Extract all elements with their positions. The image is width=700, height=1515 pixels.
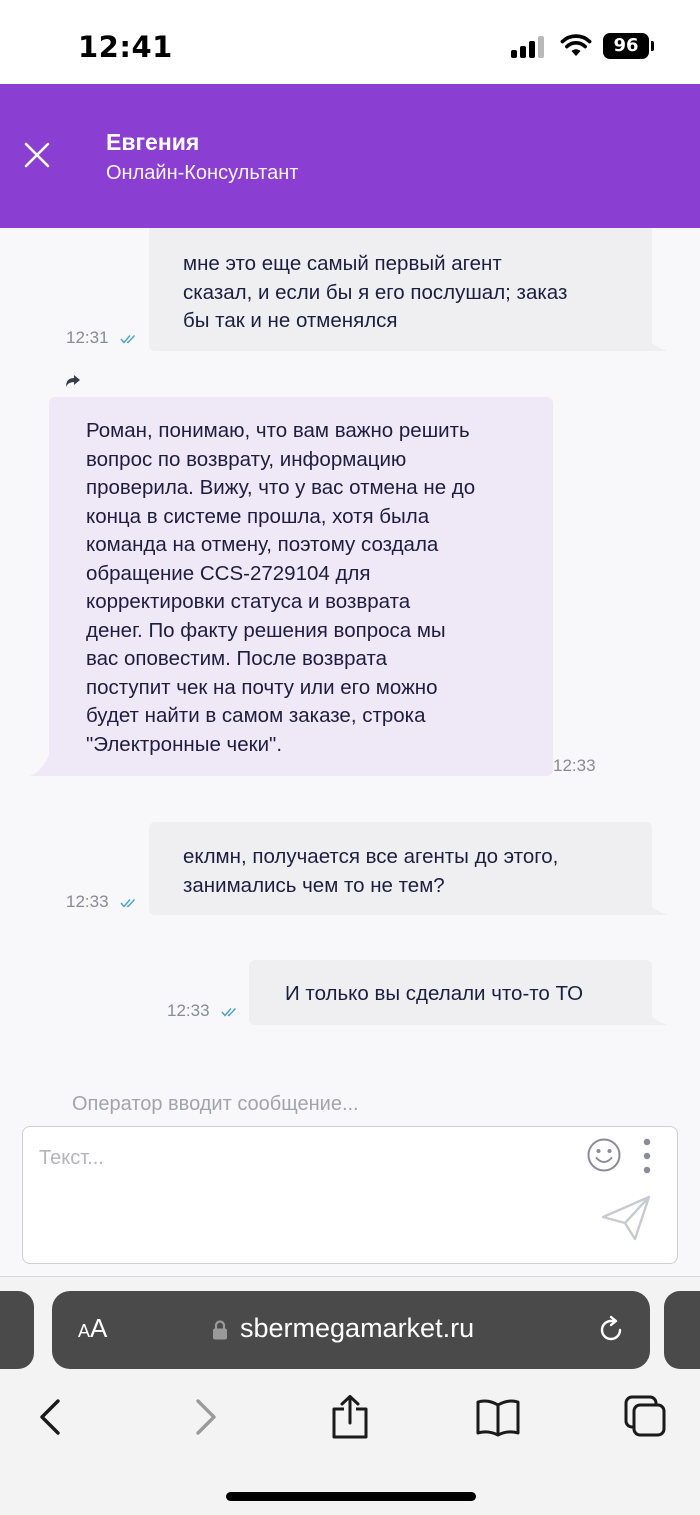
message-bubble-incoming: Роман, понимаю, что вам важно решить воп… [49,397,553,776]
message-time: 12:33 [167,1001,210,1020]
cellular-signal-icon [511,36,547,58]
message-line: корректировки статуса и возврата [86,590,411,613]
bubble-tail [640,891,668,915]
emoji-icon[interactable] [586,1137,622,1173]
more-vertical-icon[interactable] [639,1137,655,1175]
message-line: вопрос по возврату, информацию [86,447,407,471]
status-bar: 12:41 96 [0,0,700,84]
text-size-small-letter: A [78,1321,91,1341]
message-line: конца в системе прошла, хотя была [86,504,430,528]
message-line: денег. По факту решения вопроса мы [86,618,446,642]
send-icon[interactable] [599,1193,653,1243]
text-size-button[interactable]: AA [78,1313,107,1344]
read-ticks-icon [120,335,136,344]
status-time: 12:41 [78,30,173,64]
message-input-placeholder: Текст... [39,1147,104,1169]
bookmarks-icon[interactable] [476,1395,520,1439]
message-line: "Электронные чеки". [86,732,283,756]
bubble-tail [30,752,50,776]
message-line: обращение CCS-2729104 для [86,561,371,585]
message-time: 12:33 [66,892,109,911]
lock-icon [213,1320,227,1340]
message-line: проверила. Вижу, что у вас отмена не до [86,476,476,499]
message-line: команда на отмену, поэтому создала [86,533,439,556]
message-line: Роман, понимаю, что вам важно решить [86,419,470,442]
message-time: 12:31 [66,328,109,347]
back-icon[interactable] [30,1395,74,1439]
message-line: поступит чек на почту или его можно [86,675,438,699]
message-line: сказал, и если бы я его послушал; заказ [183,280,568,304]
agent-name: Евгения [106,129,200,155]
wifi-icon [560,34,592,56]
message-line: И только вы сделали что-то ТО [285,982,584,1005]
message-time: 12:33 [553,756,596,775]
chat-messages[interactable]: мне это еще самый первый агент сказал, и… [0,228,700,1276]
forward-icon [66,375,80,387]
message-line: бы так и не отменялся [183,309,398,332]
message-line: вас оповестим. После возврата [86,647,388,670]
forward-icon[interactable] [182,1395,226,1439]
next-tab-preview[interactable] [664,1291,700,1369]
home-indicator [226,1492,476,1501]
chat-header: Евгения Онлайн-Консультант [0,84,700,228]
reload-icon[interactable] [596,1315,626,1345]
battery-tip [651,41,654,51]
bubble-tail [640,327,668,351]
text-size-large-letter: A [90,1313,108,1343]
read-ticks-icon [221,1008,237,1017]
battery-icon: 96 [603,33,649,59]
agent-role: Онлайн-Консультант [106,162,299,184]
browser-toolbar: AA sbermegamarket.ru [0,1276,700,1515]
message-input[interactable]: Текст... [22,1126,678,1264]
close-icon[interactable] [18,136,56,174]
address-bar[interactable]: AA sbermegamarket.ru [52,1291,650,1369]
message-line: еклмн, получается все агенты до этого, [183,845,559,868]
url-text: sbermegamarket.ru [240,1313,475,1343]
tabs-icon[interactable] [624,1395,668,1439]
message-line: занимались чем то не тем? [183,873,445,897]
message-bubble-outgoing: И только вы сделали что-то ТО [249,960,652,1025]
previous-tab-preview[interactable] [0,1291,34,1369]
bubble-tail [640,1001,668,1025]
share-icon[interactable] [328,1395,372,1439]
typing-indicator: Оператор вводит сообщение... [72,1093,359,1115]
message-bubble-outgoing: еклмн, получается все агенты до этого, з… [149,822,652,915]
message-line: мне это еще самый первый агент [183,252,502,275]
read-ticks-icon [120,899,136,908]
message-bubble-outgoing: мне это еще самый первый агент сказал, и… [149,228,652,351]
message-line: будет найти в самом заказе, строка [86,704,426,727]
